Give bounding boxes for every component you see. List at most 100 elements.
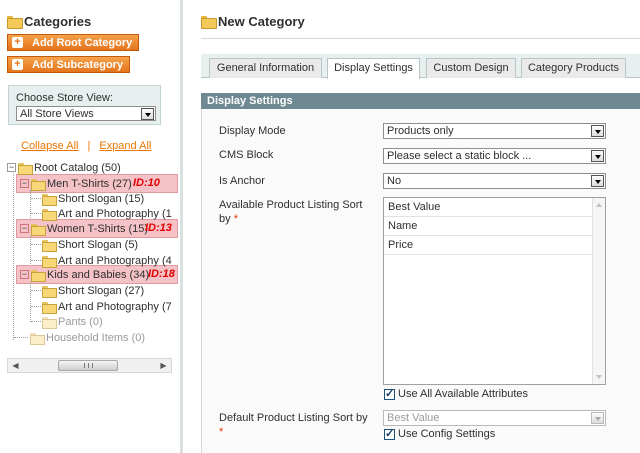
is-anchor-select[interactable]: No [383, 173, 606, 189]
use-config-row[interactable]: Use Config Settings [384, 427, 495, 440]
tree-item-kids[interactable]: − Kids and Babies (34) [20, 267, 149, 282]
display-mode-label: Display Mode [219, 125, 286, 137]
is-anchor-value: No [387, 175, 402, 187]
is-anchor-label: Is Anchor [219, 175, 265, 187]
listbox-scrollbar[interactable] [592, 198, 605, 384]
tree-item-label: Art and Photography (7 [58, 300, 172, 313]
use-all-attributes-row[interactable]: Use All Available Attributes [384, 387, 529, 400]
available-sort-label-line2: by [219, 213, 231, 225]
tree-item-label: Art and Photography (4 [58, 254, 172, 267]
default-sort-label-text: Default Product Listing Sort by [219, 412, 368, 424]
collapse-icon[interactable]: − [20, 270, 29, 279]
default-sort-value: Best Value [387, 412, 440, 424]
tree-item-men[interactable]: − Men T-Shirts (27) [20, 176, 132, 191]
folder-icon [42, 285, 57, 298]
tree-item-label: Women T-Shirts (15) [47, 222, 149, 235]
link-separator: | [87, 140, 91, 152]
dropdown-arrow-icon [591, 412, 604, 424]
tree-guide [31, 213, 41, 214]
scroll-thumb[interactable] [58, 360, 118, 371]
folder-icon [42, 316, 57, 329]
required-mark: * [233, 213, 238, 225]
id-annotation: ID:10 [133, 177, 160, 189]
tab-category-products[interactable]: Category Products [521, 58, 626, 78]
display-settings-header: Display Settings [201, 93, 640, 109]
tree-guide [30, 190, 31, 220]
collapse-icon[interactable]: − [20, 179, 29, 188]
folder-icon [30, 332, 45, 345]
categories-title: Categories [24, 14, 92, 29]
tree-guide [31, 321, 41, 322]
tree-item-women-art[interactable]: Art and Photography (4 [42, 253, 172, 268]
tree-item-household[interactable]: Household Items (0) [30, 330, 145, 345]
dropdown-arrow-icon [141, 108, 154, 120]
categories-sidebar: Categories + Add Root Category + Add Sub… [0, 0, 181, 453]
tree-item-kids-pants[interactable]: Pants (0) [42, 314, 103, 329]
use-all-attributes-label: Use All Available Attributes [398, 388, 529, 400]
grip-icon [84, 363, 93, 368]
list-item[interactable]: Best Value [384, 198, 592, 217]
store-view-select[interactable]: All Store Views [16, 106, 156, 121]
tree-links: Collapse All | Expand All [21, 140, 151, 152]
folder-icon [201, 16, 217, 29]
id-annotation: ID:18 [148, 268, 175, 280]
folder-icon [42, 239, 57, 252]
tree-guide [31, 244, 41, 245]
list-item[interactable]: Name [384, 217, 592, 236]
folder-icon [18, 162, 33, 175]
tree-item-label: Kids and Babies (34) [47, 268, 150, 281]
use-all-attributes-checkbox[interactable] [384, 387, 395, 400]
default-sort-select[interactable]: Best Value [383, 410, 606, 426]
tree-item-label: Art and Photography (1 [58, 207, 172, 220]
scroll-right-icon[interactable]: ▶ [156, 359, 171, 372]
folder-icon [31, 178, 46, 191]
add-root-category-label: Add Root Category [32, 36, 133, 49]
tree-item-men-art[interactable]: Art and Photography (1 [42, 206, 172, 221]
collapse-icon[interactable]: − [7, 163, 16, 172]
tab-bar: General Information Display Settings Cus… [201, 54, 640, 79]
tree-guide [31, 290, 41, 291]
collapse-icon[interactable]: − [20, 224, 29, 233]
tree-item-root[interactable]: − Root Catalog (50) [7, 160, 121, 175]
expand-all-link[interactable]: Expand All [99, 140, 151, 152]
tree-item-kids-art[interactable]: Art and Photography (7 [42, 299, 172, 314]
folder-icon [31, 269, 46, 282]
tab-display-settings[interactable]: Display Settings [327, 58, 420, 79]
list-item[interactable]: Price [384, 236, 592, 255]
display-mode-select[interactable]: Products only [383, 123, 606, 139]
add-subcategory-button[interactable]: + Add Subcategory [7, 56, 131, 73]
tree-horizontal-scrollbar[interactable]: ◀ ▶ [7, 358, 172, 373]
available-sort-listbox[interactable]: Best Value Name Price [383, 197, 606, 385]
tree-item-label: Pants (0) [58, 315, 103, 328]
scroll-left-icon[interactable]: ◀ [8, 359, 23, 372]
use-config-checkbox[interactable] [384, 427, 395, 440]
folder-icon [42, 301, 57, 314]
required-mark: * [219, 426, 224, 438]
folder-icon [31, 223, 46, 236]
tree-item-label: Short Slogan (27) [58, 284, 145, 297]
tree-item-women-short-slogan[interactable]: Short Slogan (5) [42, 237, 138, 252]
page-title: New Category [218, 14, 305, 29]
tab-custom-design[interactable]: Custom Design [426, 58, 516, 78]
tree-item-kids-short-slogan[interactable]: Short Slogan (27) [42, 283, 144, 298]
tree-item-men-short-slogan[interactable]: Short Slogan (15) [42, 191, 144, 206]
cms-block-select[interactable]: Please select a static block ... [383, 148, 606, 164]
title-divider [201, 38, 640, 39]
tree-item-women[interactable]: − Women T-Shirts (15) [20, 221, 148, 236]
plus-icon: + [12, 59, 23, 70]
folder-icon [7, 16, 23, 29]
tree-guide [13, 170, 14, 340]
add-root-category-button[interactable]: + Add Root Category [7, 34, 140, 51]
categories-header: Categories [7, 14, 91, 29]
tree-guide [31, 198, 41, 199]
dropdown-arrow-icon [591, 150, 604, 162]
tree-item-label: Root Catalog (50) [34, 161, 121, 174]
store-view-label: Choose Store View: [16, 92, 114, 104]
collapse-all-link[interactable]: Collapse All [21, 140, 78, 152]
scroll-up-icon[interactable] [596, 203, 602, 207]
tab-general-information[interactable]: General Information [209, 58, 322, 78]
dropdown-arrow-icon [591, 125, 604, 137]
cms-block-value: Please select a static block ... [387, 150, 532, 162]
available-sort-label: Available Product Listing Sort by * [219, 198, 363, 226]
scroll-down-icon[interactable] [596, 375, 602, 379]
